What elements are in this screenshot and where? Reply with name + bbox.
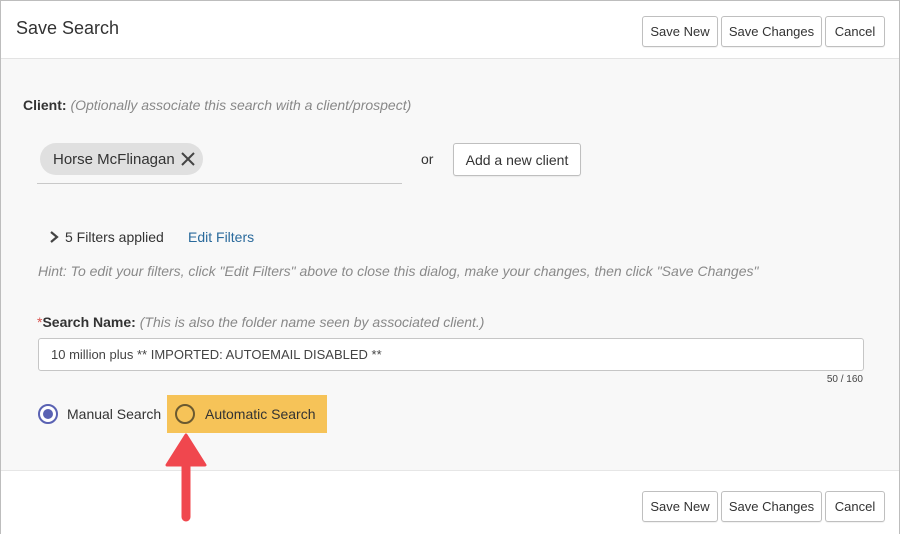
save-search-dialog: Save Search Save New Save Changes Cancel…	[0, 0, 900, 534]
client-chip: Horse McFlinagan	[40, 143, 203, 175]
or-separator: or	[421, 151, 434, 167]
client-hint: (Optionally associate this search with a…	[70, 97, 412, 113]
search-name-label: *Search Name: (This is also the folder n…	[37, 314, 484, 330]
client-label: Client: (Optionally associate this searc…	[23, 97, 411, 113]
client-select[interactable]: Horse McFlinagan	[37, 143, 402, 184]
dialog-footer: Save New Save Changes Cancel	[1, 470, 899, 534]
chevron-right-icon	[50, 231, 59, 243]
manual-radio-circle[interactable]	[38, 404, 58, 424]
dialog-title: Save Search	[16, 18, 120, 38]
client-chip-label: Horse McFlinagan	[53, 150, 175, 168]
manual-search-radio[interactable]: Manual Search	[38, 404, 161, 424]
automatic-search-label: Automatic Search	[205, 406, 316, 422]
arrow-up-icon	[165, 433, 207, 522]
save-new-button[interactable]: Save New	[642, 491, 718, 522]
manual-search-label: Manual Search	[67, 406, 162, 422]
filters-summary: 5 Filters applied	[65, 229, 164, 245]
search-name-label-text: Search Name:	[42, 314, 136, 330]
char-counter: 50 / 160	[826, 374, 863, 385]
close-icon[interactable]	[180, 151, 196, 167]
dialog-header: Save Search Save New Save Changes Cancel	[1, 1, 899, 59]
cancel-button[interactable]: Cancel	[825, 491, 885, 522]
filters-toggle[interactable]: 5 Filters applied	[49, 229, 164, 245]
save-changes-button[interactable]: Save Changes	[721, 491, 822, 522]
client-label-text: Client:	[23, 97, 67, 113]
automatic-search-radio[interactable]: Automatic Search	[175, 404, 316, 424]
save-new-button-top[interactable]: Save New	[642, 16, 718, 47]
search-name-hint: (This is also the folder name seen by as…	[139, 314, 485, 330]
save-changes-button-top[interactable]: Save Changes	[721, 16, 822, 47]
dialog-body: Client: (Optionally associate this searc…	[1, 59, 899, 470]
edit-filters-link[interactable]: Edit Filters	[188, 229, 254, 245]
filters-hint: Hint: To edit your filters, click "Edit …	[38, 263, 759, 279]
cancel-button-top[interactable]: Cancel	[825, 16, 885, 47]
add-new-client-button[interactable]: Add a new client	[453, 143, 581, 176]
search-name-input[interactable]	[38, 338, 864, 371]
automatic-radio-circle[interactable]	[175, 404, 195, 424]
